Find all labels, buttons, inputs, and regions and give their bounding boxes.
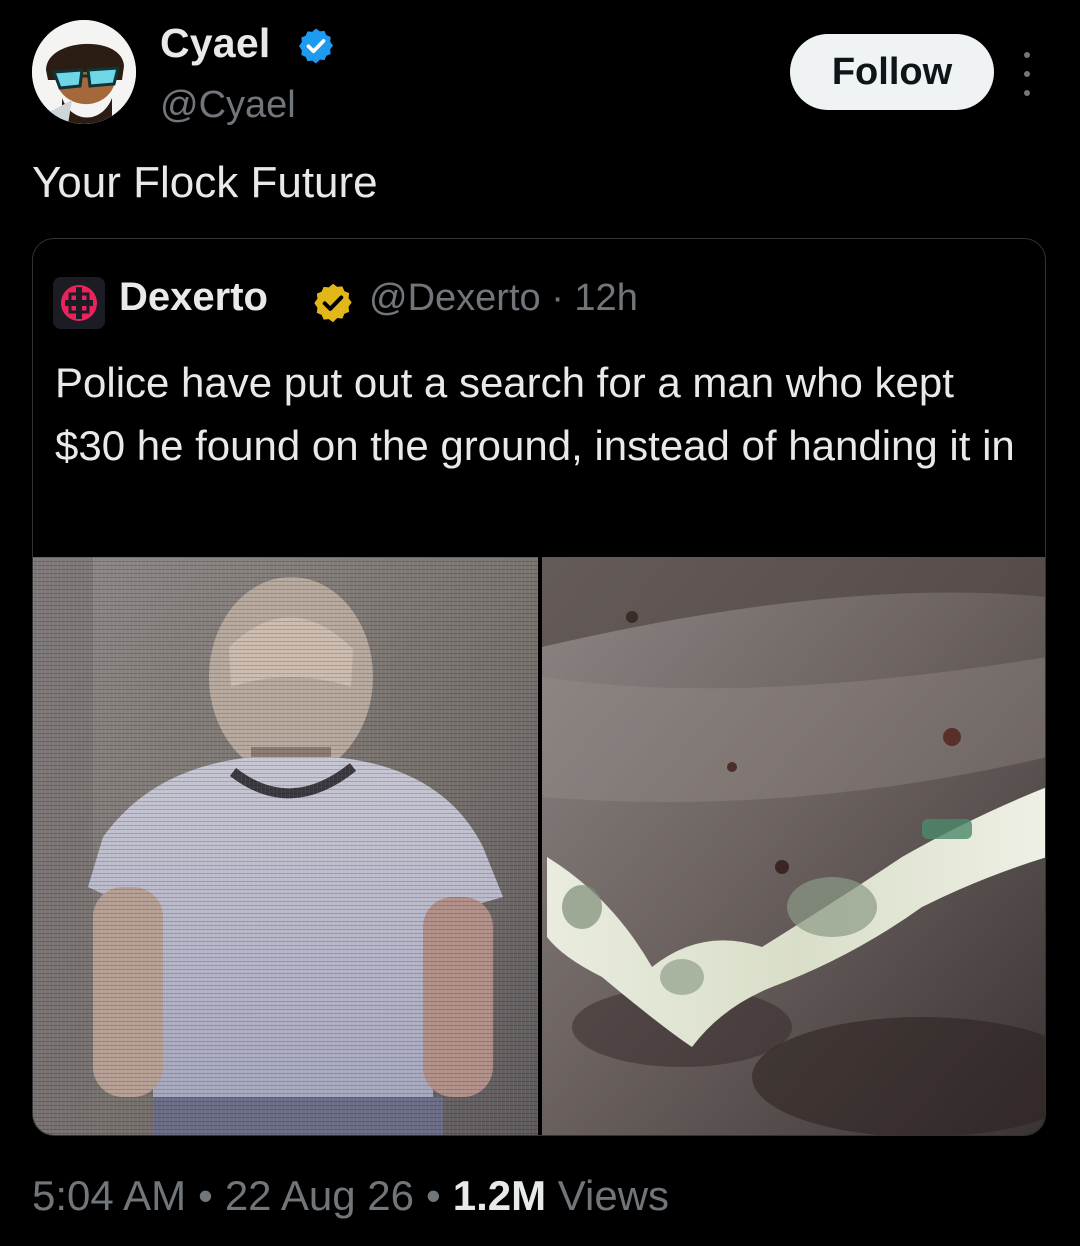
author-handle[interactable]: @Cyael <box>160 84 296 127</box>
gold-verified-badge-icon <box>314 283 352 323</box>
more-options-icon[interactable] <box>1012 52 1042 96</box>
meta-separator: · <box>551 277 564 319</box>
verified-badge-icon <box>299 28 333 64</box>
author-name[interactable]: Cyael <box>160 20 270 67</box>
views-count[interactable]: 1.2M <box>453 1172 546 1219</box>
quoted-tweet-card[interactable]: Dexerto @Dexerto · 12h Police have put o… <box>32 238 1046 1136</box>
post-date: 22 Aug 26 <box>224 1172 415 1219</box>
tweet-header: Cyael @Cyael Follow <box>32 18 1048 133</box>
author-avatar[interactable] <box>32 20 136 124</box>
quoted-author-name: Dexerto <box>119 275 268 319</box>
quoted-tweet-text: Police have put out a search for a man w… <box>55 359 1015 469</box>
footer-separator: • <box>426 1172 441 1219</box>
views-label: Views <box>557 1172 670 1219</box>
footer-separator: • <box>198 1172 213 1219</box>
cctv-man-photo[interactable] <box>33 557 538 1135</box>
cartoon-man-sunglasses-avatar-icon <box>32 20 136 124</box>
quoted-meta: @Dexerto · 12h <box>369 277 638 320</box>
dollar-bill-on-wet-ground-photo[interactable] <box>542 557 1045 1135</box>
dexerto-logo-icon <box>53 277 105 329</box>
quoted-timestamp: 12h <box>574 277 638 319</box>
post-time: 5:04 AM <box>32 1172 187 1219</box>
quoted-author-handle: @Dexerto <box>369 277 541 319</box>
tweet-footer: 5:04 AM • 22 Aug 26 • 1.2M Views <box>32 1172 669 1220</box>
follow-button[interactable]: Follow <box>790 34 994 110</box>
tweet-text: Your Flock Future <box>32 158 378 207</box>
